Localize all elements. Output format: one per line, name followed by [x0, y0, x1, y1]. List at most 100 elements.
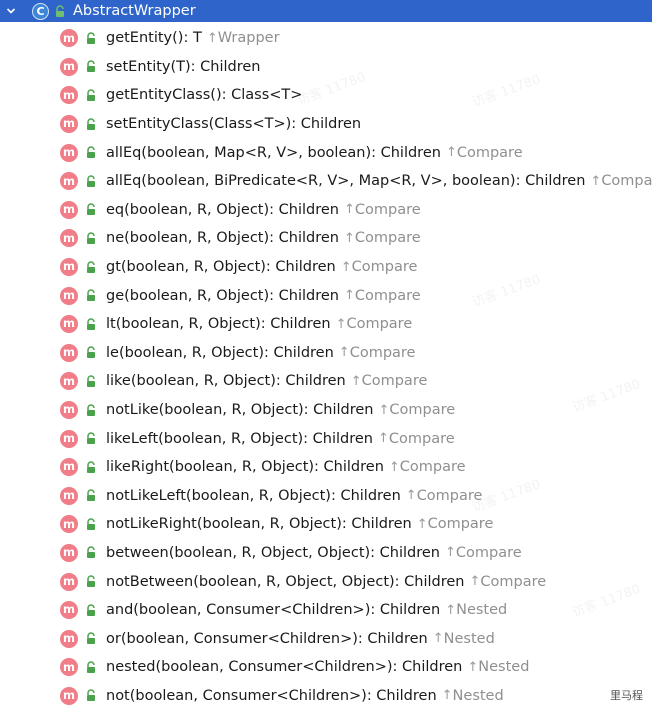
lock-icon: [84, 117, 98, 131]
method-icon: m: [60, 258, 78, 277]
inherited-arrow-icon: ↑: [469, 574, 481, 590]
method-signature: allEq(boolean, BiPredicate<R, V>, Map<R,…: [106, 173, 586, 190]
lock-icon: [53, 4, 67, 18]
lock-icon: [84, 374, 98, 388]
method-signature: likeLeft(boolean, R, Object): Children: [106, 430, 373, 447]
method-row[interactable]: m allEq(boolean, BiPredicate<R, V>, Map<R…: [0, 167, 652, 196]
method-icon: m: [60, 57, 78, 76]
method-icon: m: [60, 286, 78, 305]
method-row[interactable]: m getEntity(): T ↑ Wrapper: [0, 24, 652, 53]
method-row[interactable]: m nested(boolean, Consumer<Children>): Ch…: [0, 653, 652, 682]
method-row[interactable]: m notLikeRight(boolean, R, Object): Child…: [0, 510, 652, 539]
method-icon: m: [60, 86, 78, 105]
lock-icon: [84, 403, 98, 417]
method-row[interactable]: m ge(boolean, R, Object): Children ↑ Compar…: [0, 281, 652, 310]
method-signature: not(boolean, Consumer<Children>): Childr…: [106, 687, 437, 704]
inherited-from: Compare: [399, 459, 466, 476]
method-icon: m: [60, 229, 78, 248]
inherited-from: Compare: [349, 344, 416, 361]
method-icon: m: [60, 172, 78, 191]
method-row[interactable]: m setEntityClass(Class<T>): Children: [0, 110, 652, 139]
method-signature: or(boolean, Consumer<Children>): Childre…: [106, 630, 428, 647]
method-row[interactable]: m notLike(boolean, R, Object): Children ↑ C…: [0, 396, 652, 425]
lock-icon: [84, 88, 98, 102]
method-signature: and(boolean, Consumer<Children>): Childr…: [106, 602, 441, 619]
method-row[interactable]: m and(boolean, Consumer<Children>): Child…: [0, 596, 652, 625]
method-icon: m: [60, 372, 78, 391]
inherited-from: Compare: [455, 544, 522, 561]
method-row[interactable]: m notLikeLeft(boolean, R, Object): Childr…: [0, 482, 652, 511]
method-icon: m: [60, 686, 78, 705]
method-icon: m: [60, 115, 78, 134]
method-row[interactable]: m le(boolean, R, Object): Children ↑ Compar…: [0, 339, 652, 368]
lock-icon: [84, 460, 98, 474]
inherited-arrow-icon: ↑: [590, 173, 602, 189]
lock-icon: [84, 603, 98, 617]
inherited-from: Compare: [351, 259, 418, 276]
lock-icon: [84, 517, 98, 531]
class-node-row[interactable]: C AbstractWrapper: [0, 0, 652, 22]
inherited-arrow-icon: ↑: [445, 145, 457, 161]
lock-icon: [84, 260, 98, 274]
corner-label: 里马程: [607, 687, 646, 703]
method-row[interactable]: m like(boolean, R, Object): Children ↑ Comp…: [0, 367, 652, 396]
inherited-arrow-icon: ↑: [432, 631, 444, 647]
method-row[interactable]: m or(boolean, Consumer<Children>): Childr…: [0, 624, 652, 653]
inherited-arrow-icon: ↑: [338, 345, 350, 361]
method-icon: m: [60, 572, 78, 591]
lock-icon: [84, 689, 98, 703]
inherited-arrow-icon: ↑: [343, 230, 355, 246]
lock-icon: [84, 632, 98, 646]
method-row[interactable]: m allEq(boolean, Map<R, V>, boolean): Chi…: [0, 138, 652, 167]
inherited-arrow-icon: ↑: [445, 545, 456, 561]
inherited-arrow-icon: ↑: [378, 402, 390, 418]
method-row[interactable]: m between(boolean, R, Object, Object): Ch…: [0, 539, 652, 568]
method-row[interactable]: m setEntity(T): Children: [0, 53, 652, 82]
inherited-from: Compare: [354, 201, 421, 218]
inherited-from: Compare: [346, 316, 413, 333]
method-signature: eq(boolean, R, Object): Children: [106, 201, 339, 218]
method-signature: nested(boolean, Consumer<Children>): Chi…: [106, 659, 463, 676]
method-row[interactable]: m ne(boolean, R, Object): Children ↑ Compar…: [0, 224, 652, 253]
lock-icon: [84, 432, 98, 446]
lock-icon: [84, 60, 98, 74]
inherited-arrow-icon: ↑: [343, 202, 355, 218]
method-row[interactable]: m not(boolean, Consumer<Children>): Child…: [0, 682, 652, 710]
inherited-from: Compare: [354, 287, 421, 304]
lock-icon: [84, 203, 98, 217]
lock-icon: [84, 317, 98, 331]
lock-icon: [84, 146, 98, 160]
method-row[interactable]: m getEntityClass(): Class<T>: [0, 81, 652, 110]
method-signature: gt(boolean, R, Object): Children: [106, 259, 336, 276]
method-icon: m: [60, 401, 78, 420]
method-icon: m: [60, 29, 78, 48]
lock-icon: [84, 575, 98, 589]
method-row[interactable]: m gt(boolean, R, Object): Children ↑ Compar…: [0, 253, 652, 282]
method-icon: m: [60, 458, 78, 477]
inherited-arrow-icon: ↑: [335, 316, 347, 332]
lock-icon: [84, 289, 98, 303]
method-row[interactable]: m eq(boolean, R, Object): Children ↑ Compar…: [0, 196, 652, 225]
method-signature: setEntityClass(Class<T>): Children: [106, 116, 362, 133]
method-icon: m: [60, 315, 78, 334]
method-row[interactable]: m lt(boolean, R, Object): Children ↑ Compar…: [0, 310, 652, 339]
method-icon: m: [60, 543, 78, 562]
inherited-from: Compare: [480, 573, 547, 590]
method-icon: m: [60, 143, 78, 162]
method-row[interactable]: m notBetween(boolean, R, Object, Object):…: [0, 567, 652, 596]
method-signature: lt(boolean, R, Object): Children: [106, 316, 331, 333]
inherited-from: Compare: [601, 173, 652, 190]
inherited-from: Nested: [443, 630, 495, 647]
lock-icon: [84, 346, 98, 360]
inherited-from: Compare: [389, 402, 456, 419]
chevron-down-icon[interactable]: [0, 0, 22, 22]
inherited-from: Compare: [456, 144, 523, 161]
inherited-from: Compare: [427, 516, 494, 533]
method-signature: notLikeLeft(boolean, R, Object): Childre…: [106, 487, 401, 504]
method-row[interactable]: m likeLeft(boolean, R, Object): Children ↑…: [0, 424, 652, 453]
method-icon: m: [60, 601, 78, 620]
inherited-from: Nested: [456, 602, 508, 619]
method-row[interactable]: m likeRight(boolean, R, Object): Children…: [0, 453, 652, 482]
method-signature: likeRight(boolean, R, Object): Children: [106, 459, 384, 476]
inherited-from: Compare: [416, 487, 483, 504]
